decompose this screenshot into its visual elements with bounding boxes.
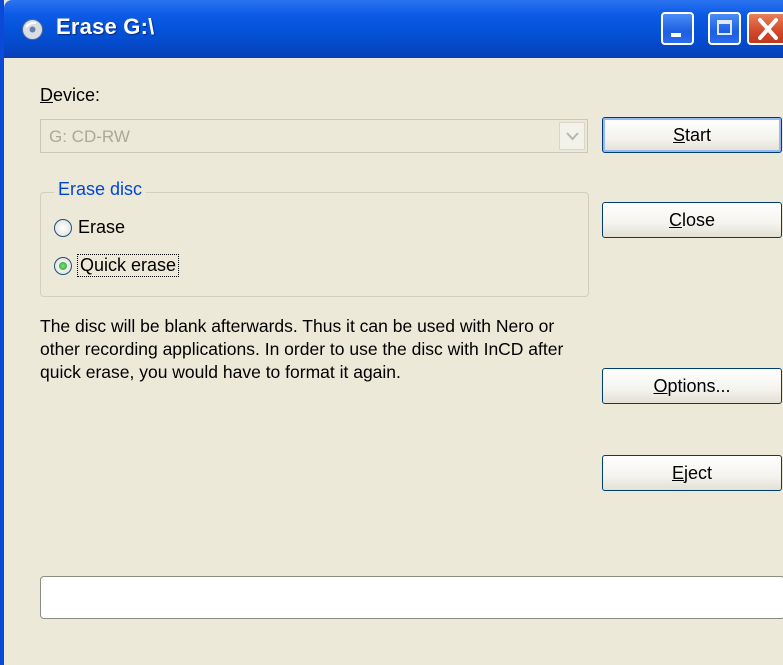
device-select-value: G: CD-RW — [49, 127, 130, 146]
nero-disc-icon — [22, 19, 43, 40]
close-button[interactable]: Close — [602, 202, 782, 238]
device-label-accel: D — [40, 85, 53, 105]
eject-button-accel: E — [671, 463, 684, 483]
dropdown-button[interactable] — [559, 122, 585, 150]
maximize-icon — [717, 20, 732, 35]
erase-disc-group-title: Erase disc — [54, 179, 147, 200]
erase-disc-group — [40, 192, 589, 297]
options-button[interactable]: Options... — [602, 368, 782, 404]
description-text: The disc will be blank afterwards. Thus … — [40, 316, 564, 382]
close-button-accel: C — [668, 210, 682, 230]
radio-erase[interactable]: Erase — [54, 217, 125, 238]
radio-quick-erase[interactable]: Quick erase — [54, 254, 180, 277]
start-button-accel: S — [672, 125, 685, 145]
close-window-button[interactable] — [747, 12, 783, 45]
erase-dialog-window: Erase G:\ Device: G: CD-RW Start Erase d… — [0, 0, 783, 665]
start-button-rest: tart — [685, 125, 712, 145]
options-button-rest: ptions... — [667, 376, 731, 396]
device-label-rest: evice: — [53, 85, 101, 105]
eject-button-rest: ject — [684, 463, 713, 483]
close-icon — [758, 18, 778, 40]
minimize-icon — [671, 33, 681, 37]
device-select[interactable]: G: CD-RW — [40, 119, 588, 153]
start-button[interactable]: Start — [602, 117, 782, 153]
window-title: Erase G:\ — [56, 14, 155, 39]
options-button-accel: O — [653, 376, 668, 396]
title-bar[interactable]: Erase G:\ — [4, 0, 783, 58]
radio-quick-erase-circle[interactable] — [54, 256, 72, 275]
minimize-button[interactable] — [661, 12, 694, 45]
radio-erase-label: Erase — [78, 217, 126, 237]
device-label: Device: — [40, 85, 100, 106]
chevron-down-icon — [566, 132, 579, 141]
maximize-button[interactable] — [708, 12, 741, 45]
close-button-rest: lose — [681, 210, 716, 230]
eject-button[interactable]: Eject — [602, 455, 782, 491]
radio-erase-circle[interactable] — [54, 218, 72, 237]
progress-bar — [40, 576, 783, 619]
radio-quick-erase-label: Quick erase — [76, 254, 180, 277]
